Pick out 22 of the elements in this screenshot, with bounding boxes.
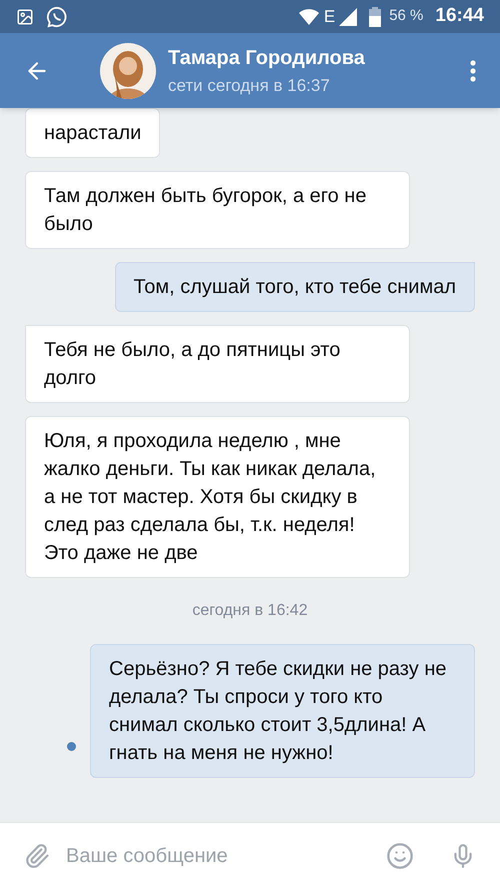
message-bubble: Там должен быть бугорок, а его не было	[25, 171, 410, 249]
battery-icon	[369, 6, 382, 26]
message-bubble: Том, слушай того, кто тебе снимал	[114, 262, 475, 312]
last-seen: сети сегодня в 16:37	[168, 74, 331, 97]
menu-button[interactable]	[470, 60, 476, 82]
contact-name: Тамара Городилова	[168, 46, 366, 71]
message-bubble: нарастали	[25, 108, 160, 158]
date-separator: сегодня в 16:42	[192, 601, 308, 621]
battery-percent: 56 %	[389, 6, 424, 26]
message-bubble: Серьёзно? Я тебе скидки не разу не делала? Ты спроси у того кто снимал сколько стоит 3,5длина! А гнать на меня не нужно!	[90, 644, 475, 778]
smile-icon[interactable]	[386, 842, 414, 870]
signal-icon	[339, 8, 358, 26]
attach-icon[interactable]	[24, 842, 50, 868]
message-input[interactable]: Ваше сообщение	[66, 840, 386, 870]
gallery-icon	[16, 8, 34, 26]
clock: 16:44	[435, 4, 484, 28]
network-type: E	[324, 6, 336, 28]
message-bubble: Юля, я проходила неделю , мне жалко деньги. Ты как никак делала, а не тот мастер. Хотя бы скидку в след раз сделала бы, т.к. неделя! Это даже не две	[25, 416, 410, 578]
wifi-icon	[298, 8, 320, 26]
more-icon	[470, 60, 476, 82]
message-bubble: Тебя не было, а до пятницы это долго	[25, 325, 410, 403]
phone-bubble-icon	[46, 6, 68, 28]
